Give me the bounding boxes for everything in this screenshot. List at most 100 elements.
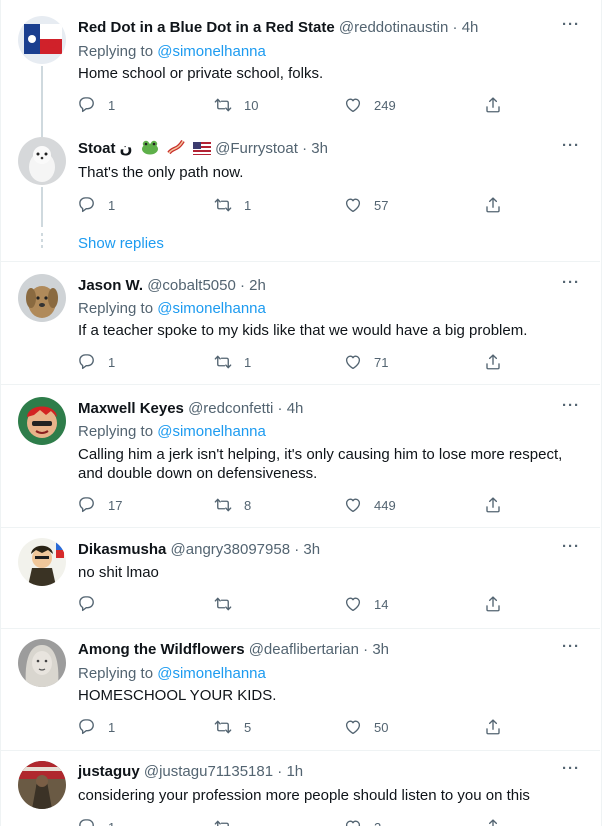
like-button[interactable]: 57 <box>344 195 388 215</box>
retweet-count: 5 <box>244 719 252 735</box>
tweet[interactable]: Among the Wildflowers @deaflibertarian ·… <box>0 629 600 750</box>
reply-count: 1 <box>108 354 116 370</box>
avatar[interactable] <box>18 538 66 586</box>
timestamp[interactable]: 2h <box>249 277 266 294</box>
reply-icon <box>79 354 94 370</box>
more-icon[interactable]: ··· <box>562 538 580 555</box>
mention-link[interactable]: @simonelhanna <box>157 665 266 682</box>
retweet-button[interactable]: 8 <box>214 495 251 515</box>
display-name[interactable]: Stoat <box>78 140 116 157</box>
reply-button[interactable]: 17 <box>78 495 122 515</box>
reply-button[interactable]: 1 <box>78 817 115 826</box>
timestamp[interactable]: 3h <box>311 140 328 157</box>
like-button[interactable]: 2 <box>344 817 381 826</box>
tweet[interactable]: Stoat ن @Furrystoat · 3h ··· That's the … <box>0 129 600 261</box>
username[interactable]: @angry38097958 <box>171 541 291 558</box>
display-name[interactable]: Among the Wildflowers <box>78 641 245 658</box>
avatar[interactable] <box>18 16 66 64</box>
username[interactable]: @cobalt5050 <box>147 277 236 294</box>
share-button[interactable] <box>484 495 502 515</box>
retweet-icon <box>214 597 232 611</box>
like-button[interactable]: 71 <box>344 352 388 372</box>
display-name[interactable]: justaguy <box>78 763 140 780</box>
replying-to: Replying to @simonelhanna <box>78 422 578 442</box>
show-replies-link[interactable]: Show replies <box>78 235 164 252</box>
display-name[interactable]: Red Dot in a Blue Dot in a Red State <box>78 19 335 36</box>
action-bar: 1 5 50 <box>78 717 518 737</box>
display-name[interactable]: Maxwell Keyes <box>78 400 184 417</box>
tweet[interactable]: Jason W. @cobalt5050 · 2h ··· Replying t… <box>0 262 600 384</box>
reply-count: 1 <box>108 197 116 213</box>
like-button[interactable]: 249 <box>344 95 396 115</box>
avatar[interactable] <box>18 639 66 687</box>
reply-count: 1 <box>108 820 115 826</box>
retweet-icon <box>214 355 232 369</box>
tweet[interactable]: Red Dot in a Blue Dot in a Red State @re… <box>0 0 600 129</box>
action-bar: 17 8 449 <box>78 495 518 515</box>
more-icon[interactable]: ··· <box>562 274 580 291</box>
more-icon[interactable]: ··· <box>562 137 580 154</box>
share-button[interactable] <box>484 717 502 737</box>
mention-link[interactable]: @simonelhanna <box>157 300 266 317</box>
share-button[interactable] <box>484 594 502 614</box>
retweet-button[interactable]: 10 <box>214 95 258 115</box>
retweet-button[interactable]: 1 <box>214 195 251 215</box>
reply-button[interactable]: 1 <box>78 352 115 372</box>
like-button[interactable]: 50 <box>344 717 388 737</box>
reply-button[interactable] <box>78 594 108 614</box>
tweet[interactable]: Dikasmusha @angry38097958 · 3h ··· no sh… <box>0 528 600 628</box>
reply-button[interactable]: 1 <box>78 195 115 215</box>
timestamp[interactable]: 3h <box>303 541 320 558</box>
more-icon[interactable]: ··· <box>562 760 580 777</box>
username[interactable]: @justagu71135181 <box>144 763 273 780</box>
more-icon[interactable]: ··· <box>562 16 580 33</box>
timestamp[interactable]: 4h <box>287 400 304 417</box>
username[interactable]: @deaflibertarian <box>249 641 359 658</box>
action-bar: 1 1 57 <box>78 195 518 215</box>
avatar[interactable] <box>18 137 66 185</box>
username[interactable]: @redconfetti <box>188 400 273 417</box>
avatar[interactable] <box>18 397 66 445</box>
separator: · <box>273 763 287 780</box>
column-border-right <box>601 0 602 826</box>
mention-link[interactable]: @simonelhanna <box>157 43 266 60</box>
retweet-button[interactable]: 1 <box>214 352 251 372</box>
more-icon[interactable]: ··· <box>562 638 580 655</box>
action-bar: 14 <box>78 594 518 614</box>
like-button[interactable]: 449 <box>344 495 396 515</box>
timestamp[interactable]: 1h <box>286 763 303 780</box>
tweet-header: Red Dot in a Blue Dot in a Red State @re… <box>78 18 478 38</box>
replying-to: Replying to @simonelhanna <box>78 42 578 62</box>
more-icon[interactable]: ··· <box>562 397 580 414</box>
tweet[interactable]: justaguy @justagu71135181 · 1h ··· consi… <box>0 751 600 826</box>
retweet-button[interactable] <box>214 594 244 614</box>
like-button[interactable]: 14 <box>344 594 388 614</box>
username[interactable]: @reddotinaustin <box>339 19 448 36</box>
reply-count: 17 <box>108 497 123 513</box>
like-icon <box>345 198 361 213</box>
retweet-button[interactable]: 5 <box>214 717 251 737</box>
share-button[interactable] <box>484 352 502 372</box>
share-button[interactable] <box>484 817 502 826</box>
display-name[interactable]: Dikasmusha <box>78 541 166 558</box>
reply-button[interactable]: 1 <box>78 95 115 115</box>
separator: · <box>290 541 304 558</box>
share-button[interactable] <box>484 195 502 215</box>
display-name[interactable]: Jason W. <box>78 277 143 294</box>
like-icon <box>345 355 361 370</box>
avatar[interactable] <box>18 761 66 809</box>
share-button[interactable] <box>484 95 502 115</box>
avatar-image <box>18 16 66 64</box>
username[interactable]: @Furrystoat <box>215 140 298 157</box>
avatar[interactable] <box>18 274 66 322</box>
mention-link[interactable]: @simonelhanna <box>157 423 266 440</box>
tweet[interactable]: Maxwell Keyes @redconfetti · 4h ··· Repl… <box>0 385 600 527</box>
tweet-header: Dikasmusha @angry38097958 · 3h <box>78 540 320 560</box>
timestamp[interactable]: 3h <box>372 641 389 658</box>
reply-button[interactable]: 1 <box>78 717 115 737</box>
replying-label: Replying to <box>78 43 158 60</box>
tweet-header: Jason W. @cobalt5050 · 2h <box>78 276 266 296</box>
timestamp[interactable]: 4h <box>462 19 479 36</box>
reply-icon <box>79 719 94 735</box>
retweet-button[interactable] <box>214 817 244 826</box>
